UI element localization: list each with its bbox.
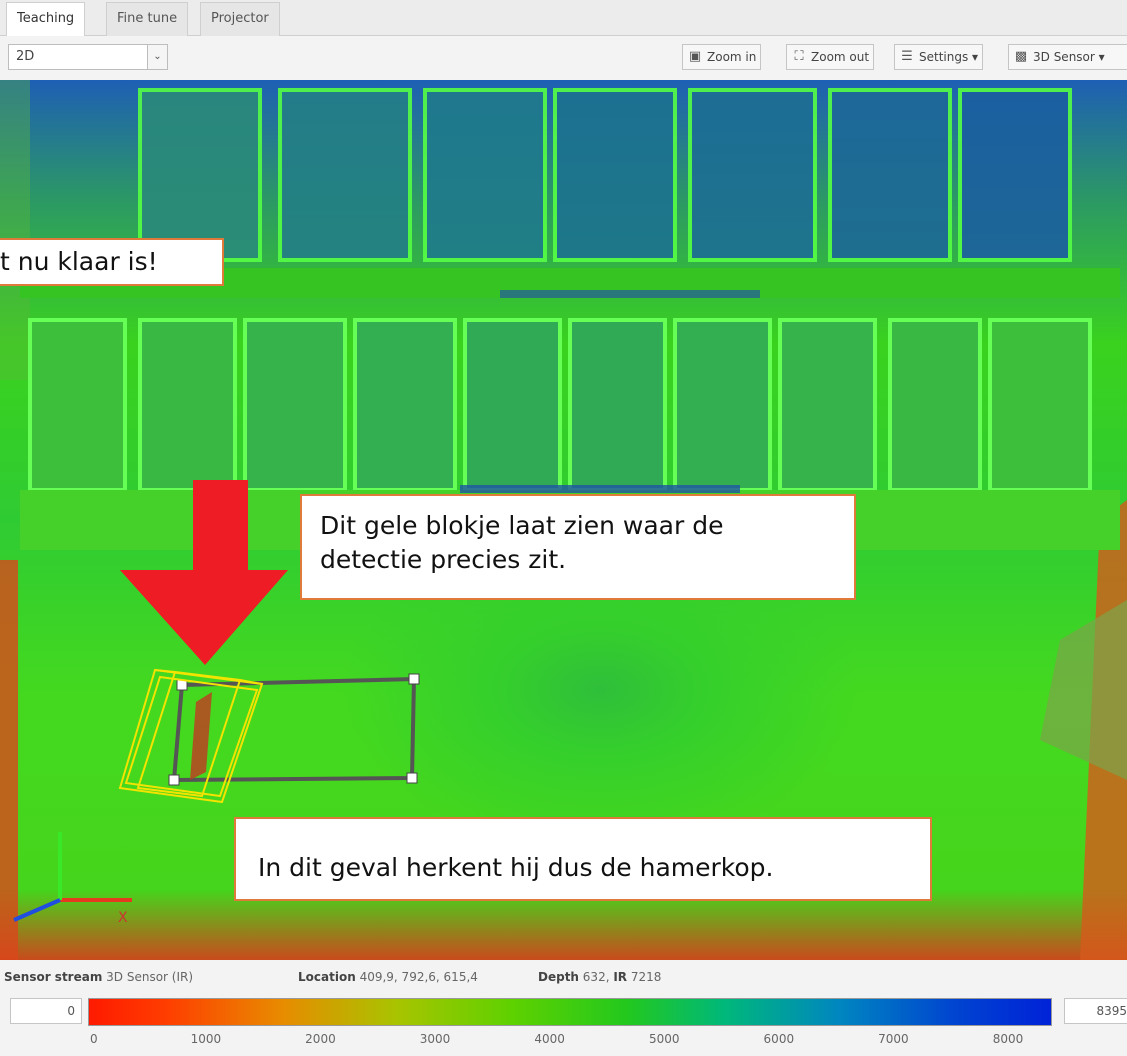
colorbar-tick-label: 6000 <box>763 1032 795 1046</box>
depth-label: Depth <box>538 970 579 984</box>
zoom-in-icon: ▣ <box>688 49 702 64</box>
colorbar-max-input[interactable]: 8395 <box>1064 998 1127 1024</box>
colorbar-tick-label: 8000 <box>992 1032 1024 1046</box>
tab-projector[interactable]: Projector <box>200 2 280 36</box>
chevron-down-icon: ▾ <box>972 50 979 64</box>
chevron-down-icon: ▾ <box>1098 50 1105 64</box>
ir-label: IR <box>613 970 628 984</box>
sensor-stream-label: Sensor stream <box>4 970 103 984</box>
sliders-icon: ☰ <box>901 49 913 64</box>
chevron-down-icon: ⌄ <box>147 45 167 69</box>
callout-yellow-block-line1: Dit gele blokje laat zien waar de <box>320 511 724 540</box>
zoom-out-button[interactable]: ⛶ Zoom out <box>786 44 875 70</box>
depth-viewport[interactable]: X t nu klaar is! Dit gele blokje laat zi… <box>0 80 1127 960</box>
sensor-label: 3D Sensor <box>1033 50 1095 64</box>
zoom-in-label: Zoom in <box>707 50 757 64</box>
status-bar: Sensor stream 3D Sensor (IR) Location 40… <box>0 960 1127 994</box>
axes-indicator <box>13 832 132 922</box>
depth-colorbar-panel: 0 8395 0 1000 2000 3000 4000 5000 6000 7000 8000 <box>0 994 1127 1056</box>
depth-colorbar[interactable] <box>88 998 1052 1026</box>
colorbar-tick-label: 3000 <box>419 1032 451 1046</box>
colorbar-tick-label: 4000 <box>534 1032 565 1046</box>
location-status: Location 409,9, 792,6, 615,4 <box>298 970 478 984</box>
view-mode-value: 2D <box>16 49 35 64</box>
callout-top-left: t nu klaar is! <box>0 238 224 286</box>
sensor-stream-value: 3D Sensor (IR) <box>106 970 194 984</box>
settings-button[interactable]: ☰ Settings ▾ <box>894 44 984 70</box>
callout-yellow-block-line2: detectie precies zit. <box>320 545 567 574</box>
colorbar-min-input[interactable]: 0 <box>10 998 82 1024</box>
settings-label: Settings <box>919 50 969 64</box>
sensor-button[interactable]: ▩ 3D Sensor ▾ <box>1008 44 1127 70</box>
callout-hammer: In dit geval herkent hij dus de hamerkop… <box>234 817 932 901</box>
tab-fine-tune[interactable]: Fine tune <box>106 2 189 36</box>
toolbar: 2D ⌄ ▣ Zoom in ⛶ Zoom out ☰ Settings ▾ ▩… <box>0 36 1127 80</box>
callout-top-left-text: t nu klaar is! <box>0 247 158 276</box>
colorbar-tick-label: 7000 <box>878 1032 909 1046</box>
colorbar-tick-label: 1000 <box>190 1032 222 1046</box>
tab-bar: Teaching Fine tune Projector <box>0 0 1127 37</box>
zoom-in-button[interactable]: ▣ Zoom in <box>682 44 762 70</box>
hammer-head <box>190 692 212 780</box>
camera-icon: ▩ <box>1014 49 1028 64</box>
callout-yellow-block: Dit gele blokje laat zien waar de detect… <box>300 494 856 600</box>
x-axis-label: X <box>118 910 128 926</box>
colorbar-tick-label: 0 <box>90 1032 98 1046</box>
depth-status: Depth 632, IR 7218 <box>538 970 661 984</box>
depth-value: 632, <box>582 970 610 984</box>
sensor-stream-status: Sensor stream 3D Sensor (IR) <box>4 970 193 984</box>
zoom-out-icon: ⛶ <box>794 49 804 64</box>
callout-hammer-text: In dit geval herkent hij dus de hamerkop… <box>258 853 774 882</box>
top-shelf-bins <box>138 88 1072 262</box>
ir-value: 7218 <box>630 970 662 984</box>
colorbar-tick-label: 5000 <box>648 1032 680 1046</box>
tab-teaching[interactable]: Teaching <box>6 2 86 37</box>
colorbar-tick-label: 2000 <box>305 1032 336 1046</box>
location-label: Location <box>298 970 356 984</box>
bottom-shelf-bins <box>28 318 1092 492</box>
location-value: 409,9, 792,6, 615,4 <box>359 970 478 984</box>
yellow-detection-box <box>118 668 264 804</box>
zoom-out-label: Zoom out <box>811 50 870 64</box>
view-mode-select[interactable]: 2D ⌄ <box>8 44 168 70</box>
